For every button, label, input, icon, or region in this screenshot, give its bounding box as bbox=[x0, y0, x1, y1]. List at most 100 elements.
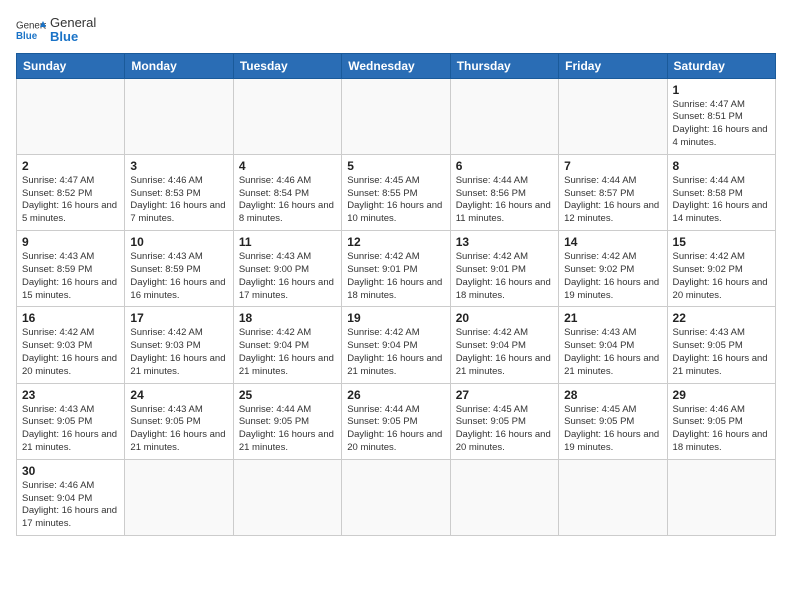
calendar-cell: 19 Sunrise: 4:42 AMSunset: 9:04 PMDayligh… bbox=[342, 307, 450, 383]
day-info: Sunrise: 4:42 AMSunset: 9:03 PMDaylight:… bbox=[22, 327, 119, 378]
day-info: Sunrise: 4:43 AMSunset: 9:04 PMDaylight:… bbox=[564, 327, 661, 378]
calendar-header-row: SundayMondayTuesdayWednesdayThursdayFrid… bbox=[17, 53, 776, 78]
calendar-week-1: 1 Sunrise: 4:47 AMSunset: 8:51 PMDaylight… bbox=[17, 78, 776, 154]
day-info: Sunrise: 4:45 AMSunset: 9:05 PMDaylight:… bbox=[456, 404, 553, 455]
day-info: Sunrise: 4:44 AMSunset: 8:57 PMDaylight:… bbox=[564, 175, 661, 226]
calendar-cell bbox=[233, 78, 341, 154]
day-info: Sunrise: 4:42 AMSunset: 9:02 PMDaylight:… bbox=[673, 251, 770, 302]
calendar-header: General Blue General Blue bbox=[16, 16, 776, 45]
calendar-cell: 18 Sunrise: 4:42 AMSunset: 9:04 PMDayligh… bbox=[233, 307, 341, 383]
calendar-cell: 8 Sunrise: 4:44 AMSunset: 8:58 PMDaylight… bbox=[667, 154, 775, 230]
calendar-cell: 5 Sunrise: 4:45 AMSunset: 8:55 PMDaylight… bbox=[342, 154, 450, 230]
calendar-week-5: 23Sunrise: 4:43 AMSunset: 9:05 PMDayligh… bbox=[17, 383, 776, 459]
weekday-header-thursday: Thursday bbox=[450, 53, 558, 78]
calendar-cell: 28 Sunrise: 4:45 AMSunset: 9:05 PMDayligh… bbox=[559, 383, 667, 459]
day-number: 28 bbox=[564, 388, 661, 402]
day-info: Sunrise: 4:46 AMSunset: 8:54 PMDaylight:… bbox=[239, 175, 336, 226]
day-number: 30 bbox=[22, 464, 119, 478]
day-number: 29 bbox=[673, 388, 770, 402]
calendar-cell: 9 Sunrise: 4:43 AMSunset: 8:59 PMDaylight… bbox=[17, 231, 125, 307]
calendar-cell: 14Sunrise: 4:42 AMSunset: 9:02 PMDayligh… bbox=[559, 231, 667, 307]
calendar-week-4: 16 Sunrise: 4:42 AMSunset: 9:03 PMDayligh… bbox=[17, 307, 776, 383]
day-number: 12 bbox=[347, 235, 444, 249]
calendar-cell bbox=[342, 459, 450, 535]
day-info: Sunrise: 4:43 AMSunset: 9:05 PMDaylight:… bbox=[673, 327, 770, 378]
calendar-cell: 22 Sunrise: 4:43 AMSunset: 9:05 PMDayligh… bbox=[667, 307, 775, 383]
day-number: 2 bbox=[22, 159, 119, 173]
weekday-header-friday: Friday bbox=[559, 53, 667, 78]
calendar-cell bbox=[125, 459, 233, 535]
calendar-cell: 6Sunrise: 4:44 AMSunset: 8:56 PMDaylight… bbox=[450, 154, 558, 230]
day-number: 20 bbox=[456, 311, 553, 325]
day-number: 1 bbox=[673, 83, 770, 97]
day-number: 17 bbox=[130, 311, 227, 325]
calendar-cell: 20 Sunrise: 4:42 AMSunset: 9:04 PMDayligh… bbox=[450, 307, 558, 383]
weekday-header-wednesday: Wednesday bbox=[342, 53, 450, 78]
calendar-cell: 1 Sunrise: 4:47 AMSunset: 8:51 PMDaylight… bbox=[667, 78, 775, 154]
calendar-cell bbox=[125, 78, 233, 154]
day-number: 22 bbox=[673, 311, 770, 325]
calendar-cell: 17Sunrise: 4:42 AMSunset: 9:03 PMDayligh… bbox=[125, 307, 233, 383]
day-info: Sunrise: 4:45 AMSunset: 8:55 PMDaylight:… bbox=[347, 175, 444, 226]
calendar-cell: 24Sunrise: 4:43 AMSunset: 9:05 PMDayligh… bbox=[125, 383, 233, 459]
day-number: 8 bbox=[673, 159, 770, 173]
day-number: 25 bbox=[239, 388, 336, 402]
day-number: 19 bbox=[347, 311, 444, 325]
calendar-cell: 27 Sunrise: 4:45 AMSunset: 9:05 PMDayligh… bbox=[450, 383, 558, 459]
day-info: Sunrise: 4:45 AMSunset: 9:05 PMDaylight:… bbox=[564, 404, 661, 455]
day-number: 7 bbox=[564, 159, 661, 173]
calendar-cell bbox=[667, 459, 775, 535]
day-info: Sunrise: 4:44 AMSunset: 9:05 PMDaylight:… bbox=[347, 404, 444, 455]
calendar-cell: 12 Sunrise: 4:42 AMSunset: 9:01 PMDayligh… bbox=[342, 231, 450, 307]
day-info: Sunrise: 4:42 AMSunset: 9:04 PMDaylight:… bbox=[347, 327, 444, 378]
calendar-cell bbox=[559, 78, 667, 154]
calendar-cell: 29 Sunrise: 4:46 AMSunset: 9:05 PMDayligh… bbox=[667, 383, 775, 459]
day-info: Sunrise: 4:47 AMSunset: 8:52 PMDaylight:… bbox=[22, 175, 119, 226]
day-number: 16 bbox=[22, 311, 119, 325]
logo-icon: General Blue bbox=[16, 18, 46, 42]
calendar-cell: 25 Sunrise: 4:44 AMSunset: 9:05 PMDayligh… bbox=[233, 383, 341, 459]
calendar-cell: 21Sunrise: 4:43 AMSunset: 9:04 PMDayligh… bbox=[559, 307, 667, 383]
day-number: 6 bbox=[456, 159, 553, 173]
calendar-cell: 16 Sunrise: 4:42 AMSunset: 9:03 PMDayligh… bbox=[17, 307, 125, 383]
day-info: Sunrise: 4:46 AMSunset: 8:53 PMDaylight:… bbox=[130, 175, 227, 226]
weekday-header-tuesday: Tuesday bbox=[233, 53, 341, 78]
calendar-cell: 26Sunrise: 4:44 AMSunset: 9:05 PMDayligh… bbox=[342, 383, 450, 459]
day-info: Sunrise: 4:47 AMSunset: 8:51 PMDaylight:… bbox=[673, 99, 770, 150]
day-number: 5 bbox=[347, 159, 444, 173]
day-number: 13 bbox=[456, 235, 553, 249]
weekday-header-saturday: Saturday bbox=[667, 53, 775, 78]
calendar-cell: 7 Sunrise: 4:44 AMSunset: 8:57 PMDaylight… bbox=[559, 154, 667, 230]
day-number: 24 bbox=[130, 388, 227, 402]
day-number: 15 bbox=[673, 235, 770, 249]
weekday-header-monday: Monday bbox=[125, 53, 233, 78]
calendar-cell bbox=[559, 459, 667, 535]
day-number: 10 bbox=[130, 235, 227, 249]
calendar-cell: 23Sunrise: 4:43 AMSunset: 9:05 PMDayligh… bbox=[17, 383, 125, 459]
day-info: Sunrise: 4:43 AMSunset: 8:59 PMDaylight:… bbox=[130, 251, 227, 302]
day-info: Sunrise: 4:43 AMSunset: 8:59 PMDaylight:… bbox=[22, 251, 119, 302]
day-number: 9 bbox=[22, 235, 119, 249]
day-info: Sunrise: 4:43 AMSunset: 9:05 PMDaylight:… bbox=[22, 404, 119, 455]
day-info: Sunrise: 4:42 AMSunset: 9:01 PMDaylight:… bbox=[456, 251, 553, 302]
day-info: Sunrise: 4:42 AMSunset: 9:01 PMDaylight:… bbox=[347, 251, 444, 302]
calendar-week-6: 30Sunrise: 4:46 AMSunset: 9:04 PMDayligh… bbox=[17, 459, 776, 535]
day-info: Sunrise: 4:44 AMSunset: 8:58 PMDaylight:… bbox=[673, 175, 770, 226]
calendar-cell: 30Sunrise: 4:46 AMSunset: 9:04 PMDayligh… bbox=[17, 459, 125, 535]
calendar-week-2: 2 Sunrise: 4:47 AMSunset: 8:52 PMDaylight… bbox=[17, 154, 776, 230]
day-number: 18 bbox=[239, 311, 336, 325]
calendar-cell: 4 Sunrise: 4:46 AMSunset: 8:54 PMDaylight… bbox=[233, 154, 341, 230]
calendar-cell bbox=[342, 78, 450, 154]
day-number: 4 bbox=[239, 159, 336, 173]
day-info: Sunrise: 4:42 AMSunset: 9:04 PMDaylight:… bbox=[456, 327, 553, 378]
day-info: Sunrise: 4:42 AMSunset: 9:04 PMDaylight:… bbox=[239, 327, 336, 378]
logo-blue-text: Blue bbox=[50, 30, 96, 44]
day-number: 11 bbox=[239, 235, 336, 249]
calendar-cell: 15 Sunrise: 4:42 AMSunset: 9:02 PMDayligh… bbox=[667, 231, 775, 307]
svg-text:Blue: Blue bbox=[16, 31, 38, 42]
day-info: Sunrise: 4:44 AMSunset: 9:05 PMDaylight:… bbox=[239, 404, 336, 455]
day-number: 3 bbox=[130, 159, 227, 173]
day-number: 27 bbox=[456, 388, 553, 402]
calendar-cell: 10 Sunrise: 4:43 AMSunset: 8:59 PMDayligh… bbox=[125, 231, 233, 307]
day-info: Sunrise: 4:46 AMSunset: 9:05 PMDaylight:… bbox=[673, 404, 770, 455]
